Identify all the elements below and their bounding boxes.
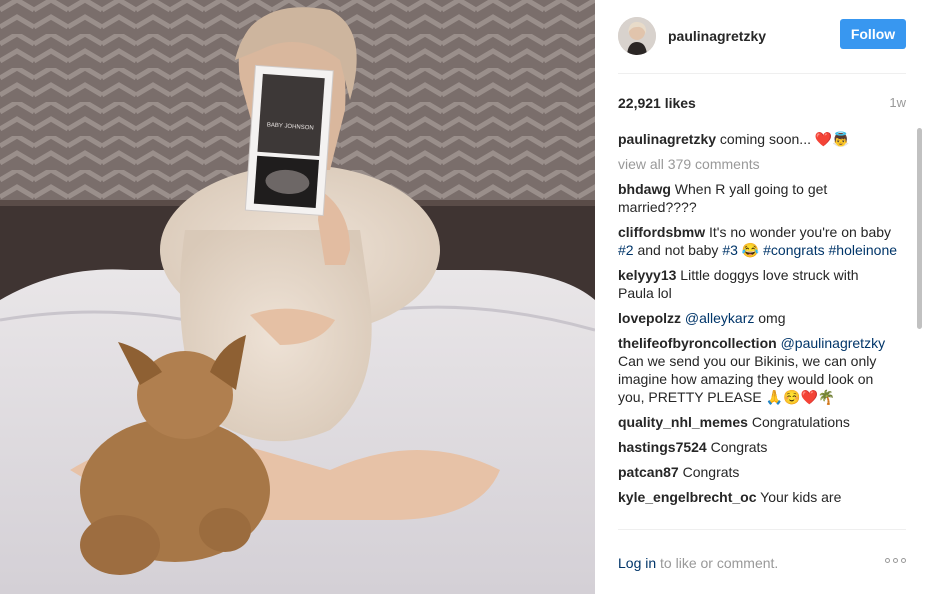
post-age[interactable]: 1w xyxy=(889,95,906,110)
comment-text: and not baby xyxy=(633,242,723,258)
comment-tag-link[interactable]: #3 xyxy=(722,242,738,258)
view-all-comments-link[interactable]: view all 379 comments xyxy=(618,155,898,173)
caption-username[interactable]: paulinagretzky xyxy=(618,131,716,147)
comment-item: lovepolzz @alleykarz omg xyxy=(618,309,898,327)
divider xyxy=(618,73,906,74)
post-side-panel: paulinagretzky Follow 22,921 likes 1w pa… xyxy=(595,0,926,594)
comment-text: Your kids are xyxy=(760,489,842,505)
comment-username[interactable]: kyle_engelbrecht_oc xyxy=(618,489,757,505)
login-prompt-text: to like or comment. xyxy=(656,555,779,571)
comment-username[interactable]: quality_nhl_memes xyxy=(618,414,748,430)
comment-item: kyle_engelbrecht_oc Your kids are xyxy=(618,488,898,506)
comment-tag-link[interactable]: @paulinagretzky xyxy=(781,335,886,351)
comments-scrollbar[interactable] xyxy=(917,128,922,329)
comment-text: 😂 xyxy=(737,242,764,258)
more-options-icon[interactable] xyxy=(885,558,906,563)
post-header: paulinagretzky Follow xyxy=(618,16,906,56)
comments-list[interactable]: paulinagretzky coming soon... ❤️👼 view a… xyxy=(618,130,898,528)
comment-item: patcan87 Congrats xyxy=(618,463,898,481)
comment-text: Congratulations xyxy=(751,414,850,430)
avatar[interactable] xyxy=(618,17,656,55)
comment-username[interactable]: lovepolzz xyxy=(618,310,681,326)
comment-text: Congrats xyxy=(682,464,740,480)
divider xyxy=(618,529,906,530)
comment-item: thelifeofbyroncollection @paulinagretzky… xyxy=(618,334,898,406)
caption-text: coming soon... ❤️👼 xyxy=(719,131,850,147)
caption: paulinagretzky coming soon... ❤️👼 xyxy=(618,130,898,148)
comment-username[interactable]: cliffordsbmw xyxy=(618,224,705,240)
comment-tag-link[interactable]: #congrats xyxy=(763,242,824,258)
likes-count[interactable]: 22,921 likes xyxy=(618,95,696,111)
post-image: BABY JOHNSON xyxy=(0,0,595,594)
login-link[interactable]: Log in xyxy=(618,555,656,571)
comment-text: It's no wonder you're on baby xyxy=(709,224,892,240)
post-photo[interactable]: BABY JOHNSON xyxy=(0,0,595,594)
comment-text: omg xyxy=(754,310,786,326)
comment-text: Can we send you our Bikinis, we can only… xyxy=(618,353,877,405)
follow-button[interactable]: Follow xyxy=(840,19,906,49)
comment-item: bhdawg When R yall going to get married?… xyxy=(618,180,898,216)
avatar-image xyxy=(618,17,656,55)
comment-username[interactable]: hastings7524 xyxy=(618,439,707,455)
comment-tag-link[interactable]: #holeinone xyxy=(829,242,898,258)
comment-tag-link[interactable]: #2 xyxy=(618,242,634,258)
comment-item: cliffordsbmw It's no wonder you're on ba… xyxy=(618,223,898,259)
comment-item: kelyyy13 Little doggys love struck with … xyxy=(618,266,898,302)
comment-item: hastings7524 Congrats xyxy=(618,438,898,456)
comment-username[interactable]: patcan87 xyxy=(618,464,679,480)
comment-username[interactable]: bhdawg xyxy=(618,181,671,197)
comment-text: Congrats xyxy=(710,439,768,455)
comment-tag-link[interactable]: @alleykarz xyxy=(685,310,754,326)
comment-username[interactable]: kelyyy13 xyxy=(618,267,676,283)
login-prompt: Log in to like or comment. xyxy=(618,555,778,571)
comment-username[interactable]: thelifeofbyroncollection xyxy=(618,335,777,351)
comment-item: quality_nhl_memes Congratulations xyxy=(618,413,898,431)
post-username[interactable]: paulinagretzky xyxy=(668,28,766,44)
